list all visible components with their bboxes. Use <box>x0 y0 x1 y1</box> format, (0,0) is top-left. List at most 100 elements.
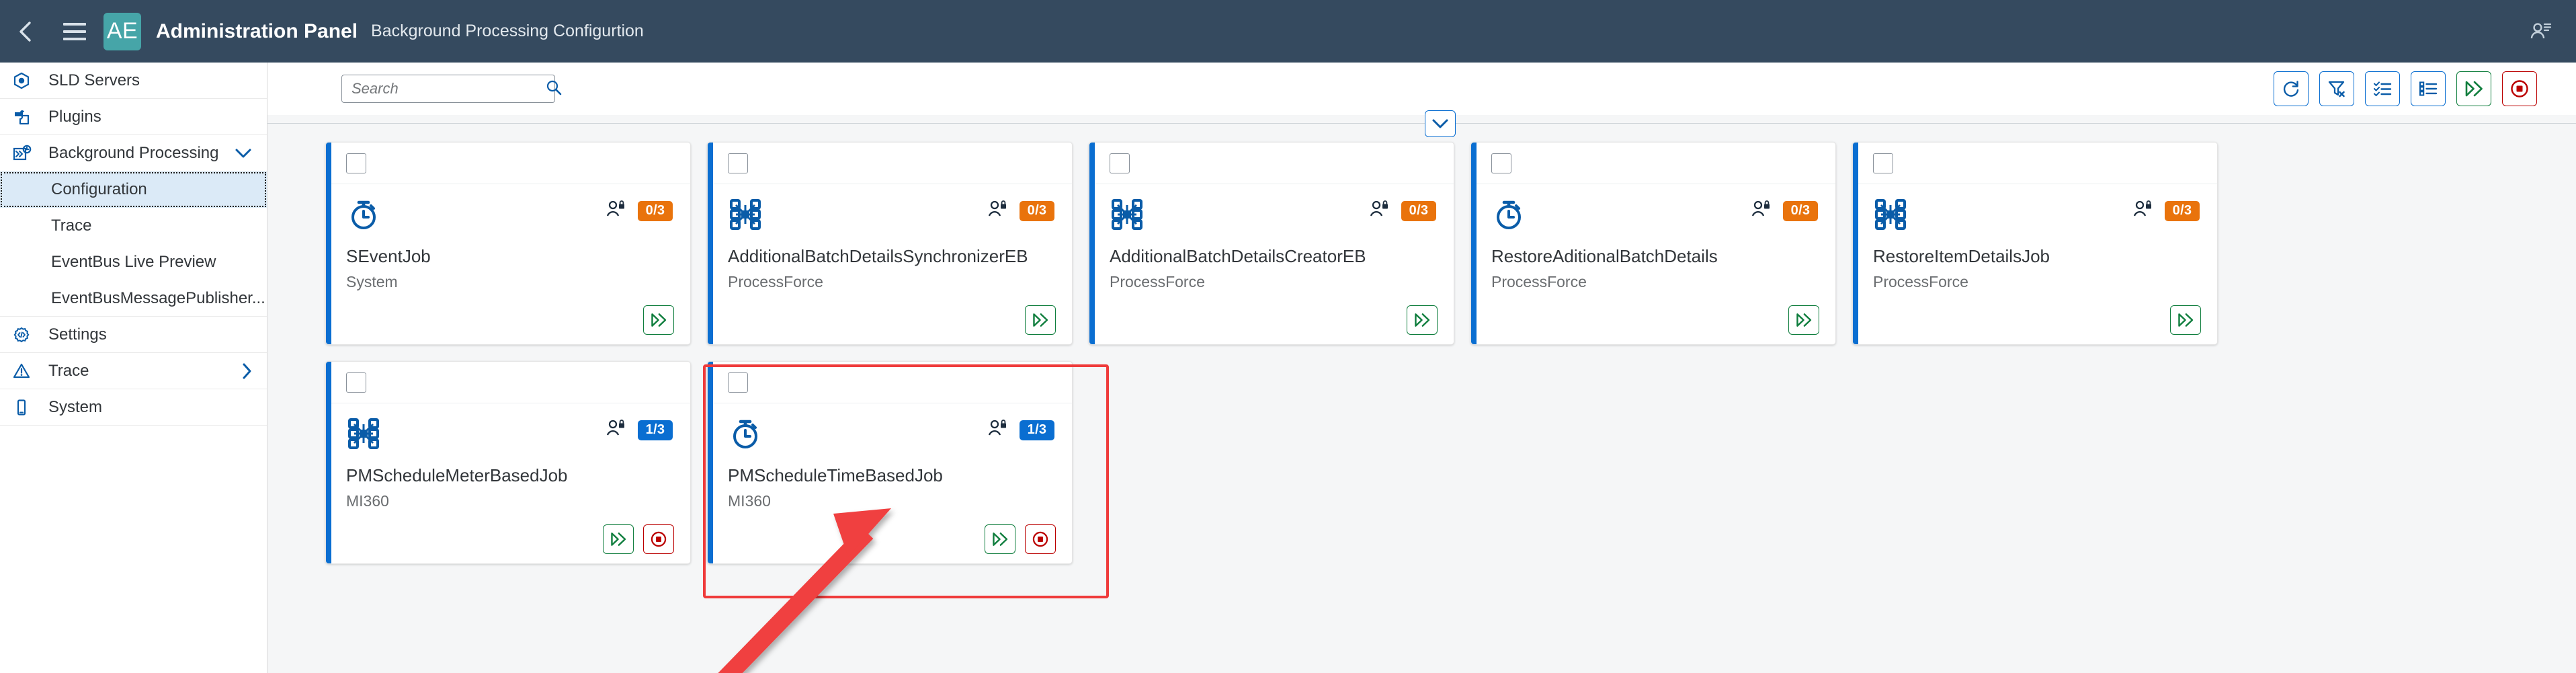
collapse-toggle-button[interactable] <box>1425 110 1456 137</box>
card-subtitle: System <box>346 273 673 291</box>
stop-all-button[interactable] <box>2502 71 2537 106</box>
toolbar-actions <box>2274 71 2537 106</box>
sidebar: SLD Servers Plugins Background Proce <box>0 63 267 673</box>
card-title: RestoreItemDetailsJob <box>1873 246 2200 267</box>
job-card[interactable]: 0/3 RestoreItemDetailsJob ProcessForce <box>1852 142 2218 345</box>
status-badge: 0/3 <box>2165 201 2200 221</box>
sidebar-item-label: Configuration <box>51 180 147 199</box>
sidebar-item-eventbus-live-preview[interactable]: EventBus Live Preview <box>0 244 267 280</box>
clear-filter-button[interactable] <box>2319 71 2354 106</box>
status-badge: 0/3 <box>1783 201 1818 221</box>
sidebar-item-label: Trace <box>48 362 89 381</box>
card-select-checkbox[interactable] <box>1873 153 1893 173</box>
run-double-arrow-icon <box>2463 79 2485 99</box>
run-double-arrow-icon <box>2176 311 2195 329</box>
sidebar-item-plugins[interactable]: Plugins <box>0 99 267 135</box>
sidebar-item-trace-sub[interactable]: Trace <box>0 208 267 244</box>
user-lock-icon <box>987 418 1007 442</box>
card-header <box>326 143 690 184</box>
menu-button[interactable] <box>50 0 99 63</box>
node-network-icon <box>346 415 382 452</box>
user-lock-icon <box>2132 199 2153 223</box>
search-field[interactable] <box>341 75 555 103</box>
stop-button[interactable] <box>1025 524 1056 554</box>
sidebar-item-trace[interactable]: Trace <box>0 353 267 389</box>
settings-code-icon <box>12 325 43 344</box>
sidebar-item-settings[interactable]: Settings <box>0 317 267 353</box>
run-button[interactable] <box>1407 305 1438 335</box>
run-double-arrow-icon <box>1794 311 1813 329</box>
chevron-down-icon[interactable] <box>235 148 252 159</box>
batch-processing-icon <box>12 144 43 163</box>
sidebar-item-label: System <box>48 398 102 417</box>
run-all-button[interactable] <box>2456 71 2491 106</box>
sidebar-item-configuration[interactable]: Configuration <box>0 171 267 208</box>
stop-circle-icon <box>649 530 668 549</box>
run-button[interactable] <box>1788 305 1819 335</box>
card-body: 1/3 PMScheduleTimeBasedJob MI360 <box>708 403 1072 564</box>
card-body: 1/3 PMScheduleMeterBasedJob MI360 <box>326 403 690 564</box>
card-select-checkbox[interactable] <box>346 153 366 173</box>
card-subtitle: ProcessForce <box>1873 273 2200 291</box>
section-divider <box>267 115 2576 132</box>
card-select-checkbox[interactable] <box>728 153 748 173</box>
node-network-icon <box>1873 196 1909 233</box>
divider-line <box>267 123 2576 124</box>
run-button[interactable] <box>603 524 634 554</box>
checklist-icon <box>2372 79 2393 99</box>
search-icon[interactable] <box>545 79 563 100</box>
card-subtitle: ProcessForce <box>1491 273 1818 291</box>
run-button[interactable] <box>1025 305 1056 335</box>
card-header <box>1471 143 1835 184</box>
card-title: RestoreAditionalBatchDetails <box>1491 246 1818 267</box>
user-menu-button[interactable] <box>2529 20 2552 43</box>
card-select-checkbox[interactable] <box>728 372 748 393</box>
job-card[interactable]: 0/3 AdditionalBatchDetailsCreatorEB Proc… <box>1089 142 1454 345</box>
warning-triangle-icon <box>12 362 43 381</box>
run-button[interactable] <box>2170 305 2201 335</box>
job-card[interactable]: 0/3 AdditionalBatchDetailsSynchronizerEB… <box>707 142 1073 345</box>
run-button[interactable] <box>985 524 1015 554</box>
back-button[interactable] <box>0 0 50 63</box>
run-button[interactable] <box>643 305 674 335</box>
checklist-button[interactable] <box>2365 71 2400 106</box>
run-double-arrow-icon <box>1413 311 1431 329</box>
app-logo: AE <box>103 13 141 50</box>
chevron-down-icon <box>1431 118 1449 129</box>
chevron-right-icon[interactable] <box>241 362 252 380</box>
card-select-checkbox[interactable] <box>1491 153 1511 173</box>
refresh-button[interactable] <box>2274 71 2309 106</box>
run-double-arrow-icon <box>1031 311 1050 329</box>
list-view-button[interactable] <box>2411 71 2446 106</box>
card-body: 0/3 RestoreAditionalBatchDetails Process… <box>1471 184 1835 345</box>
status-badge: 0/3 <box>1020 201 1054 221</box>
cube-icon <box>12 71 43 90</box>
job-card-grid: 0/3 SEventJob System <box>267 132 2539 564</box>
card-select-checkbox[interactable] <box>346 372 366 393</box>
sidebar-item-system[interactable]: System <box>0 389 267 426</box>
job-card[interactable]: 1/3 PMScheduleTimeBasedJob MI360 <box>707 361 1073 564</box>
stop-circle-icon <box>1031 530 1050 549</box>
sidebar-item-label: EventBusMessagePublisher... <box>51 289 265 308</box>
search-input[interactable] <box>351 80 545 97</box>
page-title: Administration Panel <box>156 20 358 43</box>
job-card[interactable]: 1/3 PMScheduleMeterBasedJob MI360 <box>325 361 691 564</box>
sidebar-item-background-processing[interactable]: Background Processing <box>0 135 267 171</box>
sidebar-item-sld-servers[interactable]: SLD Servers <box>0 63 267 99</box>
user-lock-icon <box>606 418 626 442</box>
run-double-arrow-icon <box>649 311 668 329</box>
hamburger-menu-icon <box>63 23 86 40</box>
run-double-arrow-icon <box>991 530 1009 548</box>
status-badge: 1/3 <box>1020 420 1054 440</box>
sidebar-item-label: EventBus Live Preview <box>51 253 216 272</box>
card-subtitle: MI360 <box>728 492 1054 510</box>
card-title: PMScheduleTimeBasedJob <box>728 465 1054 486</box>
stop-button[interactable] <box>643 524 674 554</box>
card-select-checkbox[interactable] <box>1110 153 1130 173</box>
job-card[interactable]: 0/3 SEventJob System <box>325 142 691 345</box>
puzzle-icon <box>12 108 43 126</box>
node-network-icon <box>1110 196 1146 233</box>
sidebar-item-eventbus-message-publisher[interactable]: EventBusMessagePublisher... <box>0 280 267 317</box>
job-card[interactable]: 0/3 RestoreAditionalBatchDetails Process… <box>1470 142 1836 345</box>
app-header: AE Administration Panel Background Proce… <box>0 0 2576 63</box>
